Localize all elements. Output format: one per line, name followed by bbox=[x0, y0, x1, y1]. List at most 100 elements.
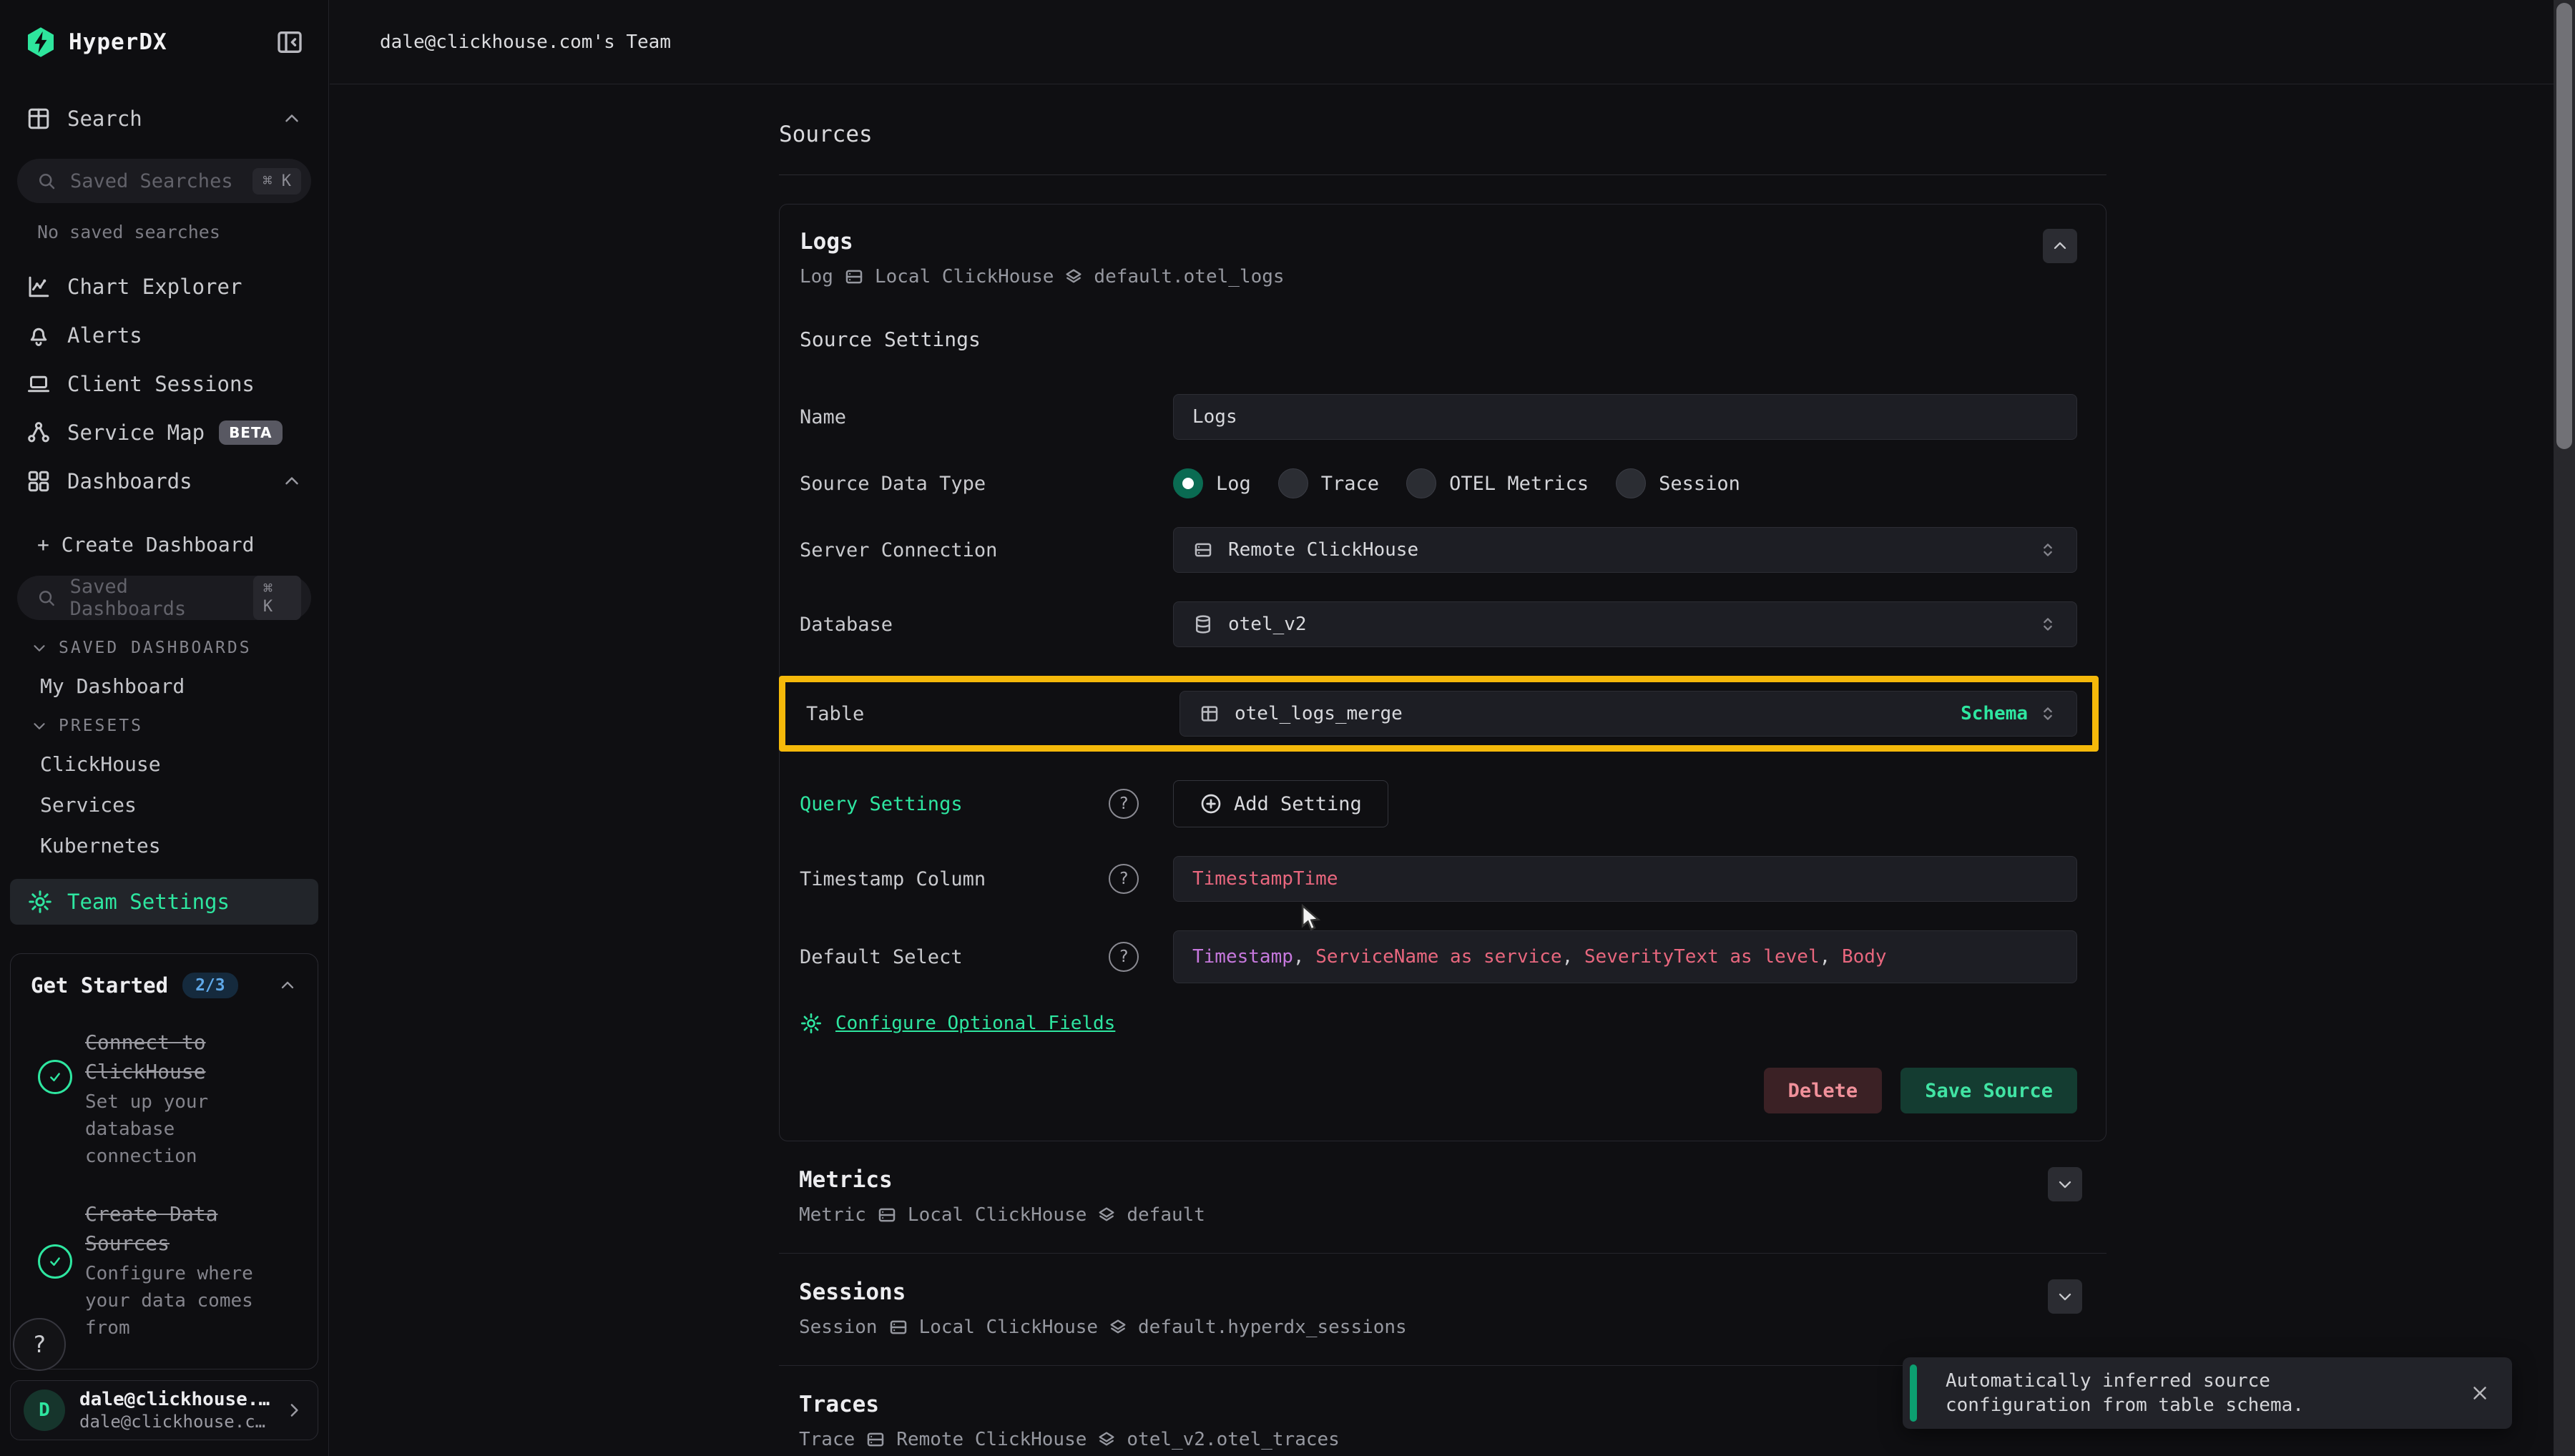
get-started-header[interactable]: Get Started 2/3 bbox=[31, 973, 298, 998]
source-data-type-row: Source Data Type Log Trace OTEL Metrics … bbox=[800, 468, 2077, 498]
collapse-source-button[interactable] bbox=[2043, 229, 2077, 263]
default-select-label: Default Select bbox=[800, 946, 1109, 968]
radio-trace[interactable]: Trace bbox=[1278, 468, 1379, 498]
sidebar-item-label: Search bbox=[67, 107, 142, 131]
radio-icon bbox=[1406, 468, 1436, 498]
radio-otel-metrics[interactable]: OTEL Metrics bbox=[1406, 468, 1589, 498]
get-started-item-connect[interactable]: Connect to ClickHouse Set up your databa… bbox=[31, 1028, 298, 1170]
item-title: Create Data Sources bbox=[85, 1200, 298, 1258]
sidebar-item-service-map[interactable]: Service Map BETA bbox=[0, 408, 328, 457]
save-source-button[interactable]: Save Source bbox=[1900, 1068, 2077, 1113]
select-caret-icon bbox=[2038, 704, 2058, 724]
server-icon bbox=[1192, 539, 1214, 561]
name-row: Name Logs bbox=[800, 394, 2077, 440]
sidebar-item-client-sessions[interactable]: Client Sessions bbox=[0, 360, 328, 408]
no-saved-searches-text: No saved searches bbox=[0, 203, 328, 242]
question-circle-icon[interactable]: ? bbox=[1109, 789, 1139, 819]
sidebar-item-label: Dashboards bbox=[67, 469, 192, 493]
radio-session[interactable]: Session bbox=[1616, 468, 1740, 498]
close-icon[interactable] bbox=[2469, 1382, 2491, 1404]
create-dashboard-label: + Create Dashboard bbox=[37, 533, 254, 556]
get-started-item-sources[interactable]: Create Data Sources Configure where your… bbox=[31, 1200, 298, 1342]
server-icon bbox=[888, 1317, 909, 1338]
layers-icon bbox=[1097, 1205, 1117, 1225]
query-settings-row: Query Settings ? Add Setting bbox=[800, 780, 2077, 827]
sidebar-item-label: Chart Explorer bbox=[67, 275, 242, 299]
chevron-up-icon[interactable] bbox=[278, 975, 298, 995]
source-title: Logs bbox=[800, 229, 1285, 255]
sidebar-item-chart-explorer[interactable]: Chart Explorer bbox=[0, 262, 328, 311]
source-title: Sessions bbox=[799, 1279, 2048, 1305]
layers-icon bbox=[1108, 1317, 1128, 1337]
chevron-up-icon[interactable] bbox=[281, 471, 303, 492]
layers-icon bbox=[1064, 267, 1084, 287]
logs-card-titles: Logs Log Local ClickHouse default.otel_l… bbox=[800, 229, 1285, 287]
chevron-down-icon bbox=[30, 639, 49, 657]
logs-card-header: Logs Log Local ClickHouse default.otel_l… bbox=[800, 229, 2077, 287]
main-area: dale@clickhouse.com's Team Sources Logs … bbox=[330, 0, 2575, 1456]
saved-searches-input[interactable]: Saved Searches ⌘ K bbox=[17, 159, 311, 203]
expand-source-button[interactable] bbox=[2048, 1167, 2082, 1201]
table-label: Table bbox=[806, 703, 1115, 725]
source-server: Local ClickHouse bbox=[875, 266, 1054, 287]
database-select[interactable]: otel_v2 bbox=[1173, 601, 2077, 647]
sidebar-item-clickhouse[interactable]: ClickHouse bbox=[0, 735, 328, 776]
configure-link-text: Configure Optional Fields bbox=[835, 1013, 1115, 1034]
mouse-cursor bbox=[1296, 902, 1328, 934]
default-select-input[interactable]: Timestamp, ServiceName as service, Sever… bbox=[1173, 930, 2077, 983]
beta-badge: BETA bbox=[219, 420, 282, 445]
shortcut-badge: ⌘ K bbox=[252, 168, 301, 195]
timestamp-column-row: Timestamp Column ? TimestampTime bbox=[800, 856, 2077, 902]
sidebar: HyperDX Search Saved Searches ⌘ K No sav… bbox=[0, 0, 329, 1456]
item-desc: Set up your database connection bbox=[85, 1089, 298, 1170]
server-connection-row: Server Connection Remote ClickHouse bbox=[800, 527, 2077, 573]
scrollbar-track[interactable] bbox=[2554, 0, 2575, 1456]
content-column: Sources Logs Log Local ClickHouse defaul… bbox=[779, 84, 2106, 1456]
sidebar-item-kubernetes[interactable]: Kubernetes bbox=[0, 817, 328, 857]
source-title: Metrics bbox=[799, 1167, 2048, 1193]
get-started-title: Get Started bbox=[31, 973, 168, 998]
chevron-right-icon[interactable] bbox=[283, 1400, 305, 1421]
create-dashboard-button[interactable]: + Create Dashboard bbox=[0, 523, 328, 566]
toast-message: Automatically inferred source configurat… bbox=[1946, 1369, 2418, 1418]
layers-icon bbox=[1097, 1430, 1117, 1450]
delete-button[interactable]: Delete bbox=[1764, 1068, 1883, 1113]
expand-source-button[interactable] bbox=[2048, 1279, 2082, 1314]
sidebar-item-dashboards[interactable]: Dashboards bbox=[0, 457, 328, 506]
sidebar-item-services[interactable]: Services bbox=[0, 776, 328, 817]
question-circle-icon[interactable]: ? bbox=[1109, 864, 1139, 894]
help-button[interactable]: ? bbox=[13, 1318, 66, 1371]
sidebar-item-team-settings[interactable]: Team Settings bbox=[10, 879, 318, 925]
section-saved-dashboards[interactable]: SAVED DASHBOARDS bbox=[0, 620, 328, 657]
default-select-row: Default Select ? Timestamp, ServiceName … bbox=[800, 930, 2077, 983]
item-text: Create Data Sources Configure where your… bbox=[85, 1200, 298, 1342]
schema-link[interactable]: Schema bbox=[1961, 703, 2028, 724]
sidebar-item-my-dashboard[interactable]: My Dashboard bbox=[0, 657, 328, 698]
timestamp-column-input[interactable]: TimestampTime bbox=[1173, 856, 2077, 902]
scrollbar-thumb[interactable] bbox=[2556, 3, 2572, 449]
team-title: dale@clickhouse.com's Team bbox=[380, 31, 671, 53]
chevron-up-icon[interactable] bbox=[281, 108, 303, 129]
add-setting-button[interactable]: Add Setting bbox=[1173, 780, 1388, 827]
sidebar-item-alerts[interactable]: Alerts bbox=[0, 311, 328, 360]
radio-log[interactable]: Log bbox=[1173, 468, 1251, 498]
sidebar-item-search[interactable]: Search bbox=[0, 94, 328, 143]
configure-optional-fields-link[interactable]: Configure Optional Fields bbox=[800, 1012, 2077, 1035]
item-label: Services bbox=[40, 793, 137, 817]
question-mark: ? bbox=[32, 1331, 46, 1358]
section-presets[interactable]: PRESETS bbox=[0, 698, 328, 735]
chevron-down-icon bbox=[2055, 1287, 2075, 1307]
sidebar-item-label: Client Sessions bbox=[67, 372, 255, 396]
table-select[interactable]: otel_logs_merge Schema bbox=[1179, 691, 2077, 737]
question-circle-icon[interactable]: ? bbox=[1109, 942, 1139, 972]
source-meta: Session Local ClickHouse default.hyperdx… bbox=[799, 1317, 2048, 1338]
user-profile-card[interactable]: D dale@clickhouse.… dale@clickhouse.c… bbox=[10, 1380, 318, 1440]
saved-dashboards-input[interactable]: Saved Dashboards ⌘ K bbox=[17, 576, 311, 620]
avatar: D bbox=[24, 1389, 65, 1431]
collapse-sidebar-icon[interactable] bbox=[275, 28, 304, 56]
select-caret-icon bbox=[2038, 540, 2058, 560]
name-input[interactable]: Logs bbox=[1173, 394, 2077, 440]
source-settings-form: Name Logs Source Data Type Log Trace OTE… bbox=[800, 394, 2077, 1113]
chevron-down-icon bbox=[2055, 1174, 2075, 1194]
server-connection-select[interactable]: Remote ClickHouse bbox=[1173, 527, 2077, 573]
